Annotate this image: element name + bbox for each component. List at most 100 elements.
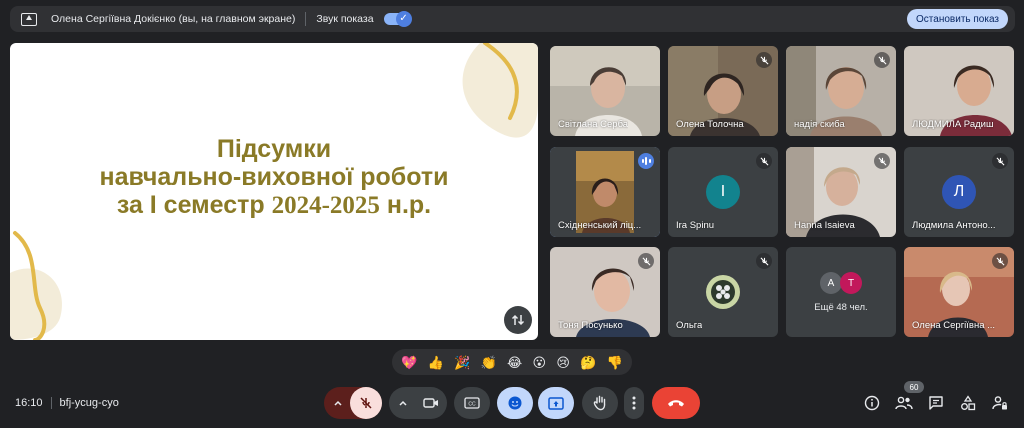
mic-options-chevron-icon[interactable] (332, 396, 344, 414)
mic-off-icon (874, 153, 890, 169)
reactions-bar: 💖 👍 🎉 👏 😂 😮 😢 🤔 👎 (392, 349, 632, 375)
participant-name: Hanna Isaieva (794, 220, 855, 231)
mic-control-group (324, 387, 382, 419)
presenter-title: Олена Сергіївна Докієнко (вы, на главном… (51, 13, 296, 25)
participant-tile[interactable]: Hanna Isaieva (786, 147, 896, 237)
activities-button[interactable] (959, 394, 977, 412)
end-call-button[interactable] (652, 387, 700, 419)
participant-tile[interactable]: Тоня Посунько (550, 247, 660, 337)
emoji-button[interactable] (497, 387, 533, 419)
reaction-surprised[interactable]: 😮 (533, 356, 547, 369)
people-button[interactable] (895, 394, 913, 412)
camera-icon (423, 398, 438, 408)
participant-name: Олена Сергіївна ... (912, 320, 996, 331)
participant-tile-self[interactable]: Олена Сергіївна ... (904, 247, 1014, 337)
more-vert-icon (632, 396, 636, 410)
more-participants-avatars: А Т (820, 272, 862, 294)
camera-options-chevron-icon[interactable] (397, 396, 409, 414)
host-controls-button[interactable] (991, 394, 1009, 412)
mic-off-icon (992, 253, 1008, 269)
participant-tile[interactable]: Світлана Серба (550, 46, 660, 136)
participant-tile-speaking[interactable]: Східненський ліц... (550, 147, 660, 237)
meeting-code: bfj-ycug-cyo (59, 397, 119, 409)
participant-name: Світлана Серба (558, 119, 629, 130)
participant-name: Олена Толочна (676, 119, 744, 130)
participant-avatar-image (706, 275, 740, 309)
presentation-bar: Олена Сергіївна Докієнко (вы, на главном… (10, 6, 1015, 32)
reaction-heart[interactable]: 💖 (401, 356, 417, 369)
school-year-text: н.р. (379, 191, 432, 219)
participant-name: Тоня Посунько (558, 320, 623, 331)
people-count-badge: 60 (904, 381, 924, 393)
mic-off-icon (992, 153, 1008, 169)
info-icon (864, 395, 880, 411)
participant-name: ЛЮДМИЛА Радиш (912, 119, 994, 130)
participant-name: Східненський ліц... (558, 220, 642, 231)
check-icon: ✓ (395, 11, 412, 27)
participant-avatar: Т (840, 272, 862, 294)
participant-tile[interactable]: надія скиба (786, 46, 896, 136)
mic-off-icon (360, 397, 372, 409)
semester-text: за І семестр (116, 191, 272, 219)
more-options-button[interactable] (624, 387, 644, 419)
emoji-icon (508, 396, 522, 410)
present-screen-button[interactable] (538, 387, 574, 419)
people-icon (895, 396, 913, 410)
slide-title-line-2: навчально-виховної роботи (99, 163, 449, 191)
participant-tile[interactable]: Л Людмила Антоно... (904, 147, 1014, 237)
camera-control-group (389, 387, 447, 419)
present-screen-icon (548, 396, 564, 410)
captions-button[interactable]: CC (454, 387, 490, 419)
speaking-indicator-icon (638, 153, 654, 169)
participant-name: Ira Spinu (676, 220, 715, 231)
mic-off-icon (756, 253, 772, 269)
mic-toggle-button[interactable] (350, 387, 382, 419)
participant-tile[interactable]: Ольга (668, 247, 778, 337)
participant-avatar: Л (942, 175, 976, 209)
slide-title-line-1: Підсумки (216, 135, 332, 163)
mic-off-icon (874, 52, 890, 68)
chat-icon (929, 396, 943, 410)
participant-tile[interactable]: Олена Толочна (668, 46, 778, 136)
reaction-sad[interactable]: 😢 (556, 356, 570, 369)
mic-off-icon (756, 52, 772, 68)
present-screen-icon (21, 12, 37, 26)
captions-icon: CC (464, 397, 480, 409)
slide-title-line-3: за І семестр 2024-2025 н.р. (10, 191, 538, 220)
end-call-icon (668, 400, 684, 407)
more-participants-tile[interactable]: А Т Ещё 48 чел. (786, 247, 896, 337)
meeting-details-button[interactable] (863, 394, 881, 412)
reaction-thumbs-up[interactable]: 👍 (428, 356, 444, 369)
reaction-laugh[interactable]: 😂 (507, 356, 522, 369)
participant-avatar: I (706, 175, 740, 209)
year-text: 2024-2025 (271, 192, 380, 219)
chat-button[interactable] (927, 394, 945, 412)
swap-layout-button[interactable] (504, 306, 532, 334)
mic-off-icon (638, 253, 654, 269)
presentation-slide: Підсумки навчально-виховної роботи за І … (10, 43, 538, 340)
participant-tile[interactable]: I Ira Spinu (668, 147, 778, 237)
sound-label: Звук показа (316, 13, 374, 25)
lock-person-icon (992, 396, 1007, 410)
mic-off-icon (756, 153, 772, 169)
participant-tile[interactable]: ЛЮДМИЛА Радиш (904, 46, 1014, 136)
participant-name: надія скиба (794, 119, 845, 130)
participant-name: Ольга (676, 320, 703, 331)
reaction-thinking[interactable]: 🤔 (580, 356, 596, 369)
activities-icon (961, 395, 976, 411)
hand-icon (593, 395, 606, 411)
participant-avatar: А (820, 272, 842, 294)
raise-hand-button[interactable] (582, 387, 618, 419)
svg-text:CC: CC (468, 402, 476, 408)
reaction-thumbs-down[interactable]: 👎 (607, 356, 623, 369)
more-participants-label: Ещё 48 чел. (814, 302, 868, 313)
reaction-party[interactable]: 🎉 (454, 356, 470, 369)
reaction-clap[interactable]: 👏 (481, 356, 497, 369)
divider (305, 12, 307, 26)
sound-toggle[interactable]: ✓ (383, 11, 412, 27)
meeting-info: 16:10 bfj-ycug-cyo (15, 397, 119, 409)
participant-name: Людмила Антоно... (912, 220, 996, 231)
stop-presenting-button[interactable]: Остановить показ (907, 9, 1008, 29)
clock-time: 16:10 (15, 397, 43, 409)
camera-toggle-button[interactable] (415, 387, 447, 419)
